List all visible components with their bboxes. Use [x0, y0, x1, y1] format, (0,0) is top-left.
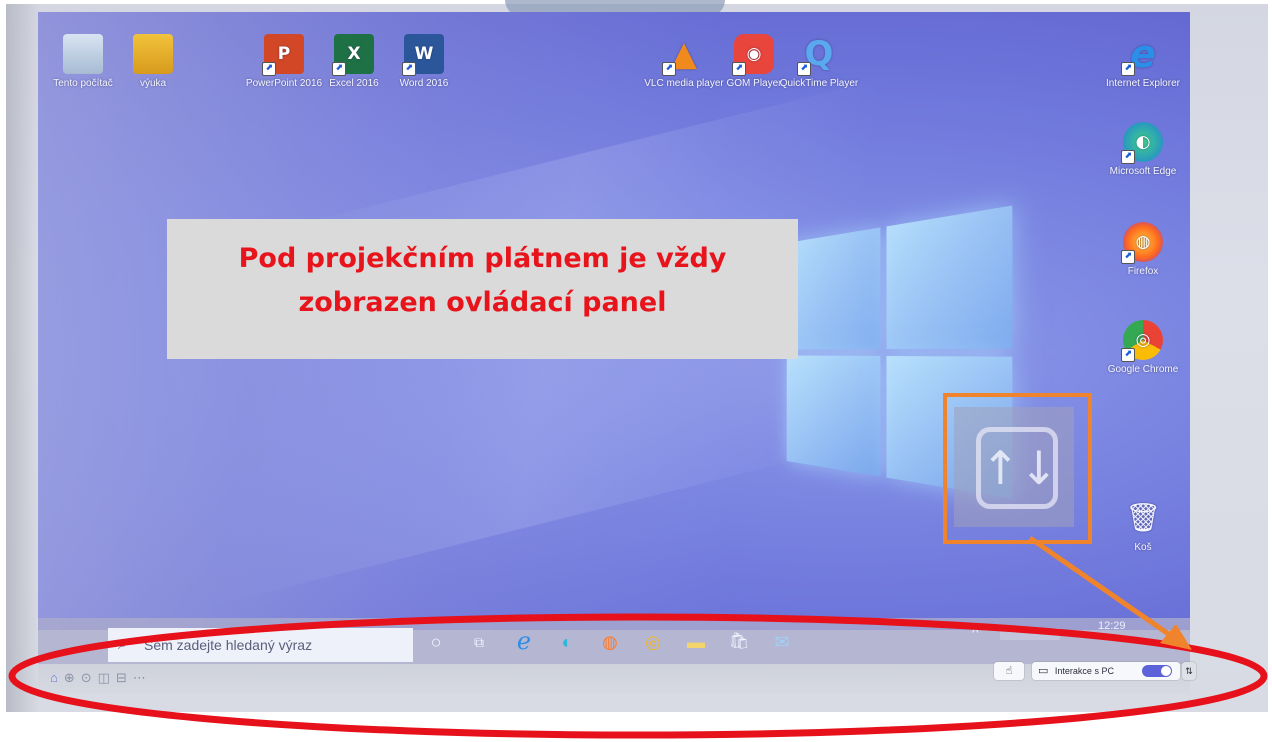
windows-logo-pane [786, 227, 880, 349]
pc-interaction-control[interactable]: ▭ Interakce s PC [1032, 662, 1180, 680]
tray-chevron-icon[interactable]: ^ [972, 624, 979, 640]
screen-icon[interactable]: ⊟ [116, 670, 133, 685]
search-icon: ⌕ [118, 636, 127, 653]
highlight-box [943, 393, 1092, 544]
taskbar-chrome-icon[interactable]: ◎ [639, 628, 667, 656]
taskbar-ie-icon[interactable]: ℯ [510, 628, 538, 656]
wall-shadow [6, 4, 40, 712]
word-icon: W ⬈ [402, 34, 444, 76]
cortana-icon[interactable]: ○ [422, 628, 450, 656]
shortcut-arrow-icon: ⬈ [1121, 62, 1135, 76]
interaction-toggle[interactable] [1142, 665, 1172, 677]
shortcut-arrow-icon: ⬈ [262, 62, 276, 76]
home-icon[interactable]: ⌂ [50, 670, 64, 685]
banner-line-2: zobrazen ovládací panel [298, 287, 667, 318]
touch-mode-button[interactable]: ☝ [994, 662, 1024, 680]
desktop-icon-recycle-bin[interactable]: 🗑 Koš [1102, 498, 1184, 554]
windows-logo-pane [786, 355, 880, 477]
shortcut-arrow-icon: ⬈ [1121, 150, 1135, 164]
hand-pointer-icon: ☝ [1005, 665, 1013, 677]
taskbar-mail-icon[interactable]: ✉ [768, 628, 796, 656]
recycle-bin-icon: 🗑 [1125, 502, 1161, 533]
switch-arrows-icon: ⇅ [1185, 666, 1193, 676]
desktop-icon-ie[interactable]: e ⬈ Internet Explorer [1102, 34, 1184, 90]
desktop-icon-firefox[interactable]: ◍ ⬈ Firefox [1102, 222, 1184, 278]
tray-icons[interactable] [1000, 628, 1060, 640]
edge-icon: ◐ ⬈ [1121, 122, 1163, 164]
zoom-icon[interactable]: ⊕ [64, 670, 81, 685]
firefox-icon: ◍ ⬈ [1121, 222, 1163, 264]
interaction-label: Interakce s PC [1054, 666, 1114, 676]
shortcut-arrow-icon: ⬈ [1121, 250, 1135, 264]
search-placeholder: Sem zadejte hledaný výraz [144, 637, 313, 653]
chrome-icon: ◎ ⬈ [1121, 320, 1163, 362]
powerpoint-icon: P ⬈ [262, 34, 304, 76]
taskbar-edge-icon[interactable]: ◐ [553, 628, 581, 656]
desktop-icon-word[interactable]: W ⬈ Word 2016 [383, 34, 465, 90]
desktop-icon-edge[interactable]: ◐ ⬈ Microsoft Edge [1102, 122, 1184, 178]
taskbar-firefox-icon[interactable]: ◍ [596, 628, 624, 656]
panel-switch-button[interactable]: ⇅ [1182, 662, 1196, 680]
control-panel-left-icons: ⌂⊕⊙◫⊟⋯ [50, 670, 152, 686]
tray-clock[interactable]: 12:29 [1098, 620, 1126, 632]
excel-icon: X ⬈ [332, 34, 374, 76]
taskbar-search-input[interactable]: ⌕ Sem zadejte hledaný výraz [108, 628, 413, 662]
windows-logo-pane [886, 205, 1013, 349]
user-folder-icon [133, 34, 173, 74]
shortcut-arrow-icon: ⬈ [402, 62, 416, 76]
vlc-cone-icon: ▲ ⬈ [662, 34, 704, 76]
shortcut-arrow-icon: ⬈ [797, 62, 811, 76]
shortcut-arrow-icon: ⬈ [1121, 348, 1135, 362]
more-icon[interactable]: ⋯ [133, 670, 152, 685]
desktop-icon-quicktime[interactable]: Q ⬈ QuickTime Player [778, 34, 860, 90]
magnifier-icon[interactable]: ⊙ [81, 670, 98, 685]
shortcut-arrow-icon: ⬈ [662, 62, 676, 76]
internet-explorer-icon: e ⬈ [1121, 34, 1163, 76]
banner-line-1: Pod projekčním plátnem je vždy [238, 243, 727, 274]
annotation-banner: Pod projekčním plátnem je vždy zobrazen … [167, 219, 798, 359]
quicktime-icon: Q ⬈ [797, 34, 839, 76]
toggle-knob [1161, 666, 1171, 676]
desktop-icon-chrome[interactable]: ◎ ⬈ Google Chrome [1102, 320, 1184, 376]
camera-icon[interactable]: ◫ [98, 670, 116, 685]
shortcut-arrow-icon: ⬈ [332, 62, 346, 76]
gom-player-icon: ◉ ⬈ [732, 34, 774, 76]
computer-icon [63, 34, 103, 74]
desktop-icon-vyuka[interactable]: výuka [112, 34, 194, 90]
taskbar-store-icon[interactable]: 🛍 [725, 628, 753, 656]
shortcut-arrow-icon: ⬈ [732, 62, 746, 76]
task-view-icon[interactable]: ⧉ [465, 628, 493, 656]
laptop-icon: ▭ [1038, 665, 1049, 677]
taskbar-explorer-icon[interactable]: ▬ [682, 628, 710, 656]
